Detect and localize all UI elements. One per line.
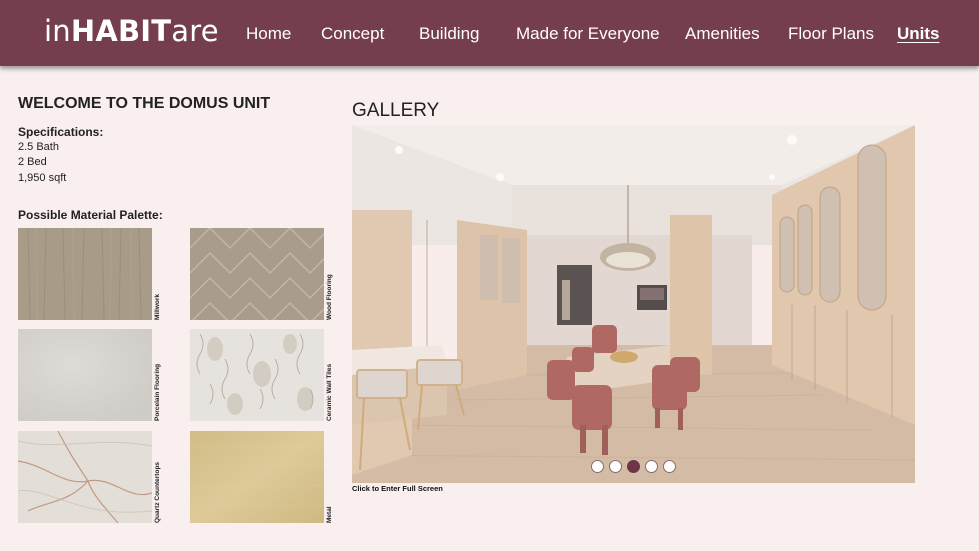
porcelain-flooring-label: Porcelain Flooring [154, 363, 161, 421]
metal-swatch [190, 431, 324, 523]
unit-title: WELCOME TO THE DOMUS UNIT [18, 95, 271, 112]
material-palette-heading: Possible Material Palette: [18, 208, 163, 222]
metal-label: Metal [326, 506, 333, 523]
specifications-heading: Specifications: [18, 125, 104, 139]
nav-home[interactable]: Home [246, 24, 291, 44]
quartz-countertops-label: Quartz Countertops [154, 461, 161, 523]
top-navbar: inHABITare Home Concept Building Made fo… [0, 0, 979, 66]
logo-prefix: in [44, 14, 71, 48]
fullscreen-link[interactable]: Click to Enter Full Screen [352, 484, 443, 493]
spec-bed: 2 Bed [18, 156, 47, 168]
porcelain-flooring-swatch [18, 329, 152, 421]
ceramic-wall-tiles-swatch [190, 329, 324, 421]
nav-units[interactable]: Units [897, 24, 940, 44]
logo-suffix: are [171, 14, 219, 48]
logo-bold: HABIT [70, 14, 172, 48]
gallery-image[interactable] [352, 125, 915, 483]
wood-flooring-swatch [189, 226, 331, 325]
gallery-dot-4[interactable] [645, 460, 658, 473]
nav-made-for-everyone[interactable]: Made for Everyone [516, 24, 660, 44]
spec-bath: 2.5 Bath [18, 141, 59, 153]
gallery-dot-3[interactable] [627, 460, 640, 473]
gallery-dot-5[interactable] [663, 460, 676, 473]
millwork-swatch [18, 227, 152, 321]
nav-building[interactable]: Building [419, 24, 480, 44]
gallery-title: GALLERY [352, 100, 440, 121]
nav-amenities[interactable]: Amenities [685, 24, 760, 44]
quartz-countertops-swatch [17, 430, 153, 524]
spec-area: 1,950 sqft [18, 172, 67, 184]
nav-concept[interactable]: Concept [321, 24, 384, 44]
ceramic-wall-tiles-label: Ceramic Wall Tiles [326, 363, 333, 421]
nav-floor-plans[interactable]: Floor Plans [788, 24, 874, 44]
wood-flooring-label: Wood Flooring [326, 274, 333, 320]
gallery-dot-1[interactable] [591, 460, 604, 473]
site-logo[interactable]: inHABITare [44, 14, 219, 48]
millwork-label: Millwork [154, 293, 161, 320]
gallery-dot-2[interactable] [609, 460, 622, 473]
